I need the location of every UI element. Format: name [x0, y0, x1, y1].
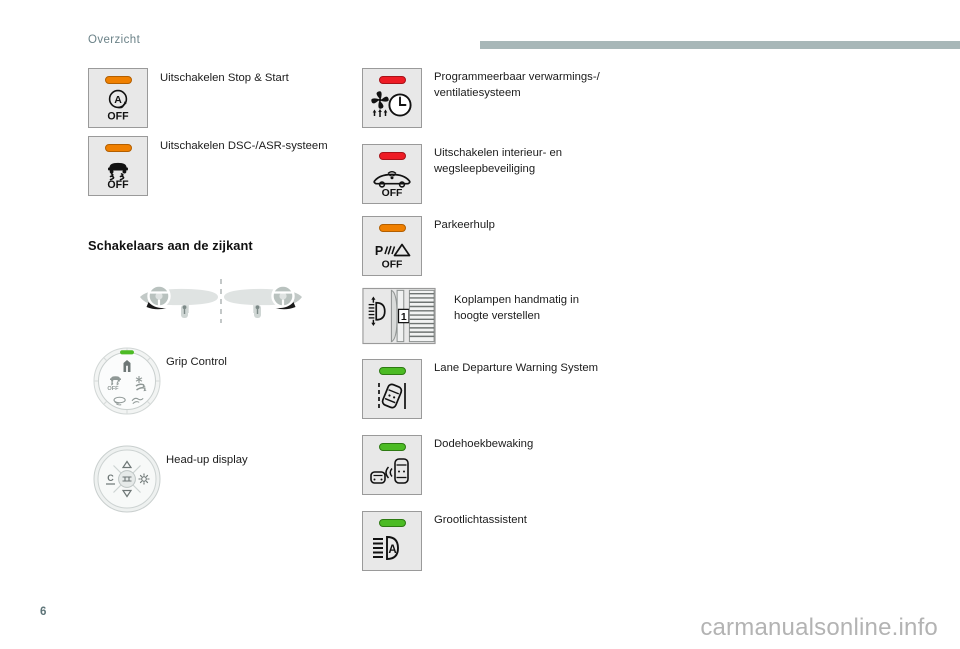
headlight-leveling-wheel-icon[interactable]: 1 — [362, 287, 436, 350]
entry-caption: Koplampen handmatig in hoogte verstellen — [454, 294, 579, 322]
svg-text:OFF: OFF — [382, 259, 403, 270]
page-section-title: Overzicht — [88, 34, 141, 46]
led-indicator-orange — [104, 144, 132, 152]
watermark: carmanualsonline.info — [700, 614, 938, 641]
entry-caption: Grip Control — [166, 356, 227, 368]
entry-head-up-display: C Head-up display — [88, 444, 350, 530]
led-indicator-green — [378, 367, 406, 375]
car-alarm-off-icon: OFF — [363, 160, 421, 203]
stop-start-off-button[interactable]: A OFF — [88, 68, 148, 128]
header-rule — [480, 41, 960, 49]
park-sensor-off-icon: P OFF — [363, 232, 421, 275]
programmable-heating-ventilation-button[interactable] — [362, 68, 422, 128]
entry-programmable-heating: Programmeerbaar verwarmings-/ ventilatie… — [362, 68, 662, 144]
interior-tow-away-protection-off-button[interactable]: OFF — [362, 144, 422, 204]
svg-text:A: A — [388, 544, 396, 556]
fan-clock-icon — [363, 84, 421, 127]
entry-park-assist: P OFF Parkeerhulp — [362, 216, 662, 287]
park-assist-off-button[interactable]: P OFF — [362, 216, 422, 276]
high-beam-assist-button[interactable]: A — [362, 511, 422, 571]
head-up-display-control[interactable]: C — [92, 444, 162, 514]
left-column: A OFF Uitschakelen Stop & Start OFF Uits… — [88, 68, 350, 530]
entry-caption: Dodehoekbewaking — [434, 438, 534, 450]
entry-stop-start: A OFF Uitschakelen Stop & Start — [88, 68, 350, 136]
entry-caption: Uitschakelen Stop & Start — [160, 72, 289, 84]
auto-stop-start-off-icon: A OFF — [89, 84, 147, 127]
entry-caption: Parkeerhulp — [434, 219, 495, 231]
svg-text:OFF: OFF — [107, 179, 129, 190]
svg-text:A: A — [114, 94, 122, 106]
high-beam-auto-icon: A — [363, 527, 421, 570]
svg-text:OFF: OFF — [107, 386, 119, 392]
page-number: 6 — [40, 606, 47, 618]
entry-dsc-asr: OFF Uitschakelen DSC-/ASR-systeem — [88, 136, 350, 210]
led-indicator-orange — [104, 76, 132, 84]
entry-caption: Uitschakelen interieur- en wegsleepbevei… — [434, 147, 563, 175]
headlight-level-value: 1 — [401, 312, 407, 323]
entry-caption: Uitschakelen DSC-/ASR-systeem — [160, 140, 328, 152]
svg-text:OFF: OFF — [382, 188, 403, 198]
entry-caption: Grootlichtassistent — [434, 514, 527, 526]
traction-control-off-icon: OFF — [89, 152, 147, 195]
entry-high-beam-assist: A Grootlichtassistent — [362, 511, 662, 581]
led-indicator-red — [378, 76, 406, 84]
entry-tow-away-protection: OFF Uitschakelen interieur- en wegsleepb… — [362, 144, 662, 216]
lane-departure-icon — [363, 375, 421, 418]
svg-text:C: C — [107, 473, 114, 483]
entry-caption: Lane Departure Warning System — [434, 362, 599, 374]
lhd-rhd-dashboard-diagram — [132, 277, 350, 332]
blind-spot-monitoring-button[interactable] — [362, 435, 422, 495]
entry-caption: Programmeerbaar verwarmings-/ ventilatie… — [434, 71, 600, 99]
section-heading-side-switches: Schakelaars aan de zijkant — [88, 238, 253, 253]
blind-spot-icon — [363, 451, 421, 494]
entry-lane-departure-warning: Lane Departure Warning System — [362, 359, 662, 435]
entry-grip-control: OFF Grip Control — [88, 346, 350, 434]
svg-text:P: P — [375, 244, 383, 258]
dsc-asr-off-button[interactable]: OFF — [88, 136, 148, 196]
entry-headlight-height-adjust: 1 Koplampen handmatig in hoogte verstell… — [362, 287, 662, 359]
led-indicator-orange — [378, 224, 406, 232]
manual-page: Overzicht A OFF Uitschakelen Stop & Star… — [0, 0, 960, 649]
entry-caption: Head-up display — [166, 454, 248, 466]
grip-control-knob[interactable]: OFF — [92, 346, 162, 416]
led-indicator-green — [378, 519, 406, 527]
lane-departure-warning-button[interactable] — [362, 359, 422, 419]
led-indicator-green — [378, 443, 406, 451]
svg-text:OFF: OFF — [107, 110, 129, 122]
entry-blind-spot-monitoring: Dodehoekbewaking — [362, 435, 662, 511]
led-indicator-red — [378, 152, 406, 160]
right-column: Programmeerbaar verwarmings-/ ventilatie… — [362, 68, 662, 581]
